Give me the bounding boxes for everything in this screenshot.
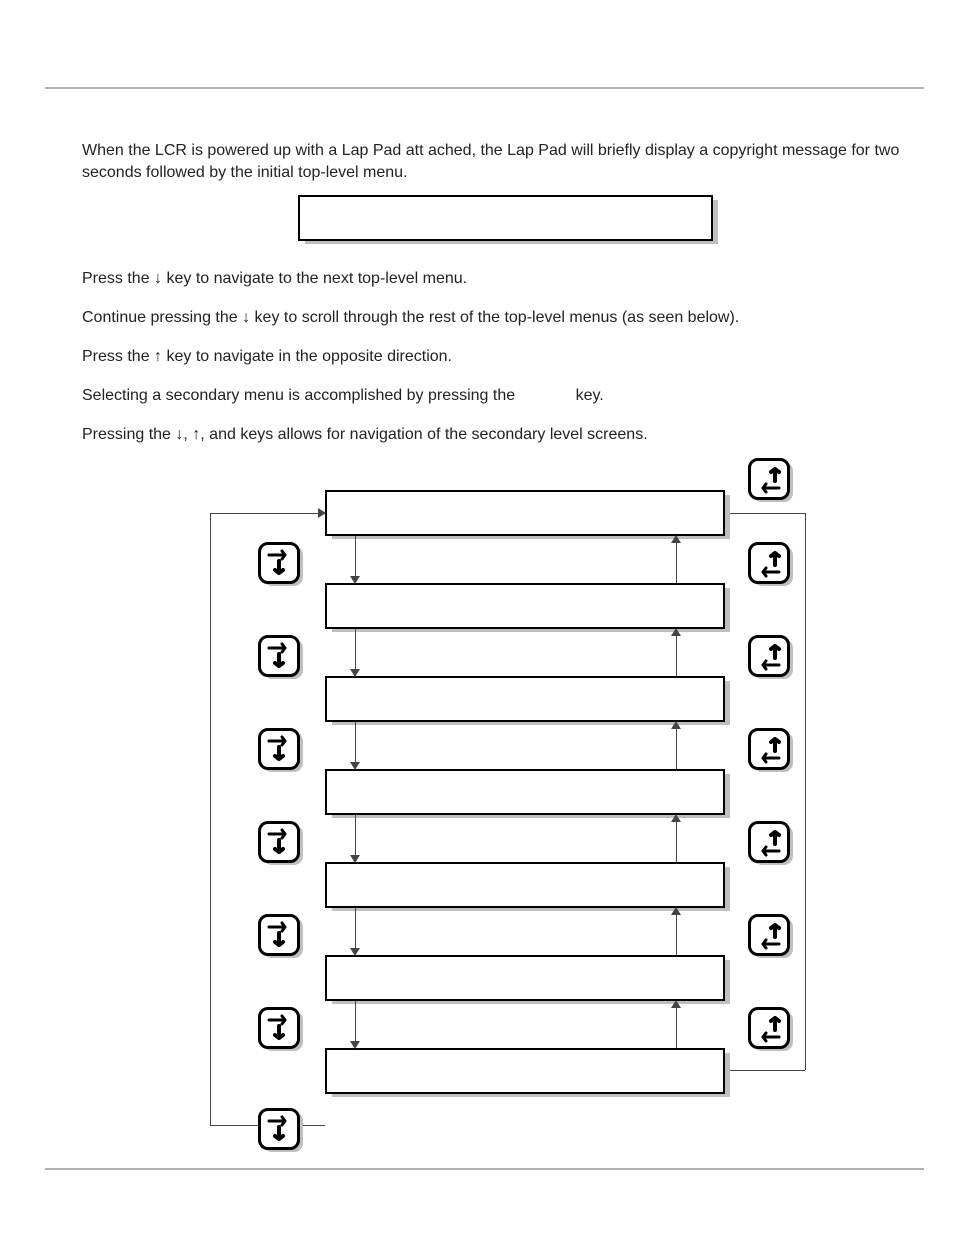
arrowhead-up-icon [671,907,681,915]
right-down-key-icon [258,728,300,770]
up-left-key-icon [748,914,790,956]
paragraph-intro: When the LCR is powered up with a Lap Pa… [82,140,914,183]
flow-line [725,513,805,514]
flow-line [676,636,677,676]
text: key to navigate to the next top-level me… [162,270,467,287]
flow-line [676,543,677,583]
flow-line [355,908,356,948]
text: key to scroll through the rest of the to… [250,309,739,326]
horizontal-rule [45,87,924,89]
arrowhead-down-icon [350,855,360,863]
flow-line [676,822,677,862]
flow-line [355,629,356,669]
text: Pressing the [82,426,175,443]
text: , and keys allows for navigation of the … [200,426,647,443]
up-left-key-icon [748,728,790,770]
up-left-key-icon [748,542,790,584]
paragraph-press-up: Press the key to navigate in the opposit… [82,346,914,368]
flow-line [676,915,677,955]
flow-line [355,815,356,855]
right-down-key-icon [258,1007,300,1049]
arrowhead-up-icon [671,814,681,822]
arrowhead-down-icon [350,669,360,677]
flow-line [805,513,806,1070]
down-arrow-glyph [154,270,162,287]
up-left-key-icon [748,635,790,677]
up-left-key-icon [748,821,790,863]
right-down-key-icon [258,1108,300,1150]
text: Press the [82,270,154,287]
right-down-key-icon [258,821,300,863]
up-left-key-icon [748,1007,790,1049]
arrowhead-up-icon [671,721,681,729]
paragraph-nav-secondary: Pressing the , , and keys allows for nav… [82,424,914,446]
menu-box [325,490,725,536]
menu-flow-diagram [200,450,810,1170]
menu-box [325,769,725,815]
arrowhead-down-icon [350,948,360,956]
arrowhead-down-icon [350,762,360,770]
paragraph-press-down: Press the key to navigate to the next to… [82,268,914,290]
arrowhead-up-icon [671,535,681,543]
up-arrow-glyph [154,348,162,365]
text: , [183,426,192,443]
horizontal-rule [45,1168,924,1170]
menu-box [325,676,725,722]
up-left-key-icon [748,458,790,500]
menu-box [325,955,725,1001]
flow-line [355,1001,356,1041]
display-box-initial [298,195,713,241]
arrowhead-up-icon [671,1000,681,1008]
flow-line [355,536,356,576]
text: Press the [82,348,154,365]
flow-line [210,513,211,1125]
down-arrow-glyph [242,309,250,326]
flow-line [676,1008,677,1048]
text: Continue pressing the [82,309,242,326]
flow-line [725,1070,805,1071]
arrowhead-up-icon [671,628,681,636]
paragraph-select-secondary: Selecting a secondary menu is accomplish… [82,385,914,407]
menu-box [325,862,725,908]
flow-line [676,729,677,769]
arrowhead-down-icon [350,576,360,584]
text: key. [576,387,604,404]
menu-box [325,583,725,629]
flow-line [210,513,318,514]
right-down-key-icon [258,635,300,677]
text: Selecting a secondary menu is accomplish… [82,387,520,404]
text: key to navigate in the opposite directio… [162,348,452,365]
right-down-key-icon [258,542,300,584]
paragraph-continue-down: Continue pressing the key to scroll thro… [82,307,914,329]
menu-box [325,1048,725,1094]
flow-line [355,722,356,762]
right-down-key-icon [258,914,300,956]
arrowhead-down-icon [350,1041,360,1049]
